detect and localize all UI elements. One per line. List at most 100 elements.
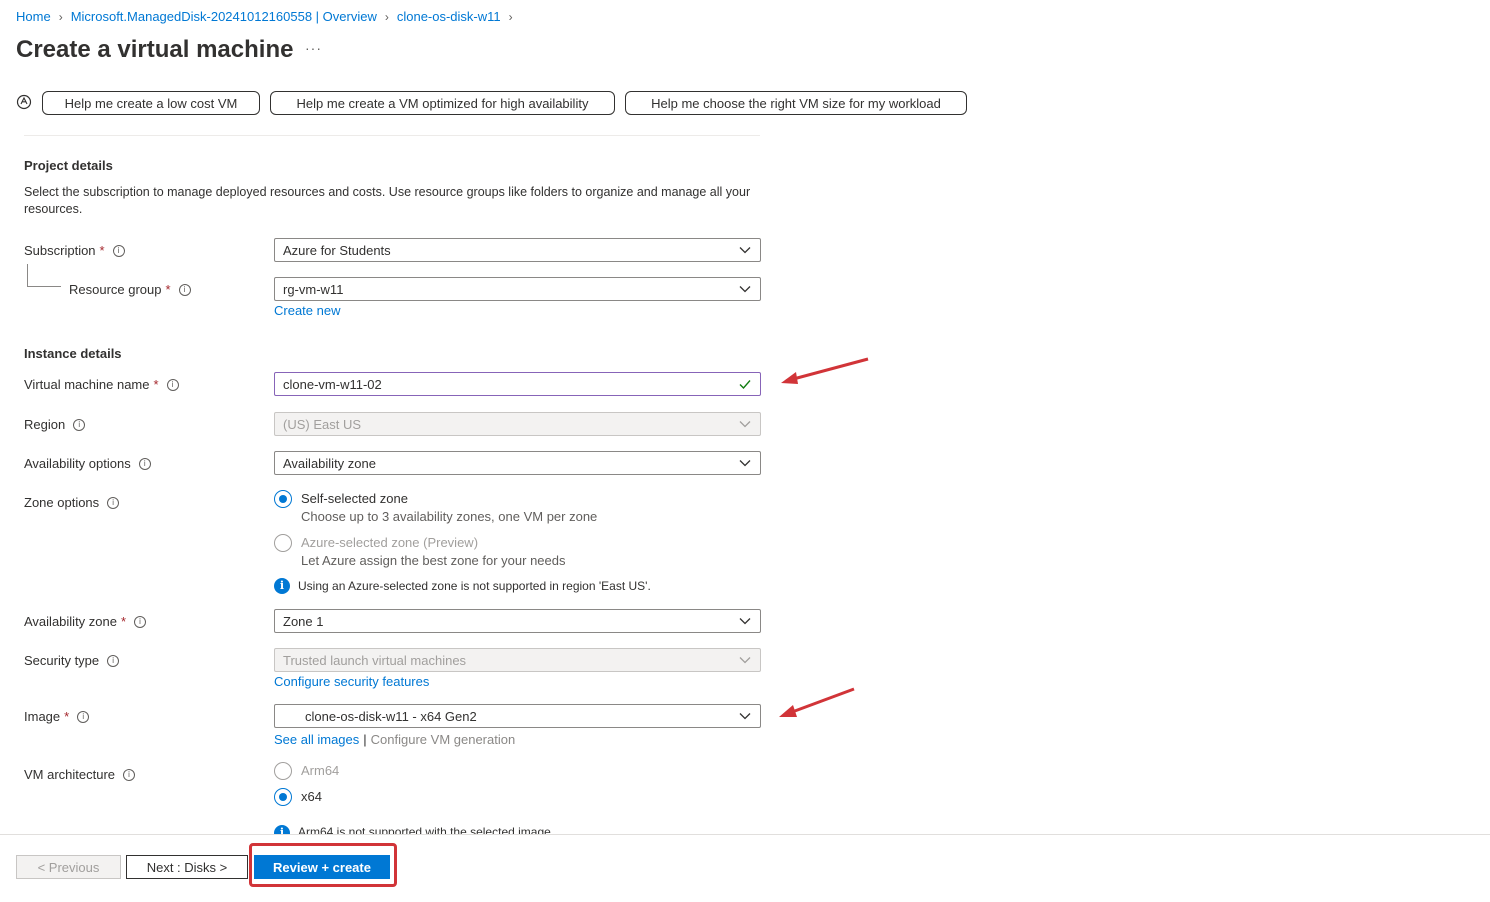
subscription-select[interactable]: Azure for Students	[274, 238, 761, 262]
page-title: Create a virtual machine	[16, 36, 294, 63]
region-label-text: Region	[24, 417, 66, 432]
zone-options-label-text: Zone options	[24, 495, 100, 510]
resource-group-value: rg-vm-w11	[283, 281, 344, 297]
vm-architecture-label-text: VM architecture	[24, 767, 116, 782]
security-type-select: Trusted launch virtual machines	[274, 648, 761, 672]
zone-options-label: Zone options i	[24, 495, 120, 510]
arch-x64-label: x64	[301, 789, 322, 804]
zone-azure-selected-radio: Azure-selected zone (Preview) Let Azure …	[274, 534, 566, 570]
info-icon[interactable]: i	[112, 244, 125, 257]
zone-self-selected-title: Self-selected zone	[301, 491, 408, 506]
radio-checked-icon[interactable]	[274, 490, 292, 508]
region-value: (US) East US	[283, 416, 362, 432]
chevron-down-icon	[739, 657, 751, 664]
arch-arm64-label: Arm64	[301, 763, 340, 778]
info-icon[interactable]: i	[178, 283, 191, 296]
help-high-availability-button[interactable]: Help me create a VM optimized for high a…	[270, 91, 615, 115]
security-type-value: Trusted launch virtual machines	[283, 652, 467, 668]
availability-options-value: Availability zone	[283, 455, 376, 471]
breadcrumb-clone-link[interactable]: clone-os-disk-w11	[397, 9, 501, 24]
radio-checked-icon[interactable]	[274, 788, 292, 806]
vm-name-input[interactable]: clone-vm-w11-02	[274, 372, 761, 396]
info-icon[interactable]: i	[107, 654, 120, 667]
next-disks-button[interactable]: Next : Disks >	[126, 855, 248, 879]
info-filled-icon: i	[274, 825, 290, 834]
region-select: (US) East US	[274, 412, 761, 436]
region-label: Region i	[24, 417, 86, 432]
chevron-right-icon: ›	[58, 9, 63, 24]
info-icon[interactable]: i	[107, 496, 120, 509]
info-icon[interactable]: i	[77, 710, 90, 723]
help-vm-size-button[interactable]: Help me choose the right VM size for my …	[625, 91, 967, 115]
create-new-link[interactable]: Create new	[274, 303, 340, 318]
configure-vm-generation-link: Configure VM generation	[370, 732, 516, 747]
resource-group-label: Resource group * i	[69, 282, 191, 297]
chevron-down-icon	[739, 286, 751, 293]
zone-azure-selected-subtitle: Let Azure assign the best zone for your …	[301, 553, 566, 568]
availability-zone-label-text: Availability zone	[24, 614, 117, 629]
info-icon[interactable]: i	[166, 378, 179, 391]
chevron-down-icon	[739, 247, 751, 254]
required-marker: *	[165, 282, 171, 297]
chevron-down-icon	[739, 421, 751, 428]
instance-details-heading: Instance details	[24, 346, 122, 361]
project-details-heading: Project details	[24, 158, 113, 173]
required-marker: *	[99, 243, 105, 258]
tree-connector	[27, 264, 28, 286]
availability-zone-label: Availability zone * i	[24, 614, 147, 629]
chevron-down-icon	[739, 713, 751, 720]
resource-group-select[interactable]: rg-vm-w11	[274, 277, 761, 301]
annotation-arrow	[781, 357, 869, 384]
annotation-arrow	[779, 687, 855, 717]
radio-unchecked-icon	[274, 762, 292, 780]
info-filled-icon: i	[274, 578, 290, 594]
info-icon[interactable]: i	[123, 768, 136, 781]
divider	[24, 135, 760, 136]
link-separator: |	[363, 732, 367, 747]
arch-info-text: Arm64 is not supported with the selected…	[298, 825, 555, 834]
chevron-right-icon: ›	[384, 9, 389, 24]
image-label-text: Image	[24, 709, 61, 724]
project-details-description: Select the subscription to manage deploy…	[24, 185, 751, 216]
zone-info-message: i Using an Azure-selected zone is not su…	[274, 578, 651, 594]
arch-arm64-radio: Arm64	[274, 762, 339, 780]
tree-connector	[27, 286, 61, 287]
vm-name-label-text: Virtual machine name	[24, 377, 150, 392]
zone-info-text: Using an Azure-selected zone is not supp…	[298, 579, 651, 593]
vm-architecture-label: VM architecture i	[24, 767, 136, 782]
breadcrumb-disk-link[interactable]: Microsoft.ManagedDisk-20241012160558 | O…	[71, 9, 377, 24]
image-links: See all images | Configure VM generation	[274, 732, 515, 747]
info-icon[interactable]: i	[138, 457, 151, 470]
zone-self-selected-radio[interactable]: Self-selected zone Choose up to 3 availa…	[274, 490, 597, 526]
see-all-images-link[interactable]: See all images	[274, 732, 359, 747]
subscription-label-text: Subscription	[24, 243, 96, 258]
annotation-highlight-box	[249, 843, 397, 887]
breadcrumb-home-link[interactable]: Home	[16, 9, 51, 24]
info-icon[interactable]: i	[73, 418, 86, 431]
chevron-down-icon	[739, 460, 751, 467]
more-options-button[interactable]: ···	[305, 40, 322, 56]
availability-zone-value: Zone 1	[283, 613, 324, 629]
zone-azure-selected-title: Azure-selected zone (Preview)	[301, 535, 479, 550]
subscription-value: Azure for Students	[283, 242, 391, 258]
availability-options-select[interactable]: Availability zone	[274, 451, 761, 475]
help-low-cost-button[interactable]: Help me create a low cost VM	[42, 91, 260, 115]
info-icon[interactable]: i	[134, 615, 147, 628]
breadcrumb: Home › Microsoft.ManagedDisk-20241012160…	[16, 9, 521, 24]
resource-group-label-text: Resource group	[69, 282, 162, 297]
vm-name-value: clone-vm-w11-02	[283, 376, 382, 392]
arch-x64-radio[interactable]: x64	[274, 788, 322, 806]
vm-name-label: Virtual machine name * i	[24, 377, 179, 392]
previous-button: < Previous	[16, 855, 121, 879]
required-marker: *	[64, 709, 70, 724]
checkmark-icon	[739, 380, 751, 390]
zone-self-selected-subtitle: Choose up to 3 availability zones, one V…	[301, 509, 598, 524]
subscription-label: Subscription * i	[24, 243, 125, 258]
arch-info-message: i Arm64 is not supported with the select…	[274, 825, 554, 834]
security-type-label: Security type i	[24, 653, 120, 668]
availability-zone-select[interactable]: Zone 1	[274, 609, 761, 633]
required-marker: *	[120, 614, 127, 629]
image-select[interactable]: clone-os-disk-w11 - x64 Gen2	[274, 704, 761, 728]
image-label: Image * i	[24, 709, 90, 724]
configure-security-link[interactable]: Configure security features	[274, 674, 429, 689]
